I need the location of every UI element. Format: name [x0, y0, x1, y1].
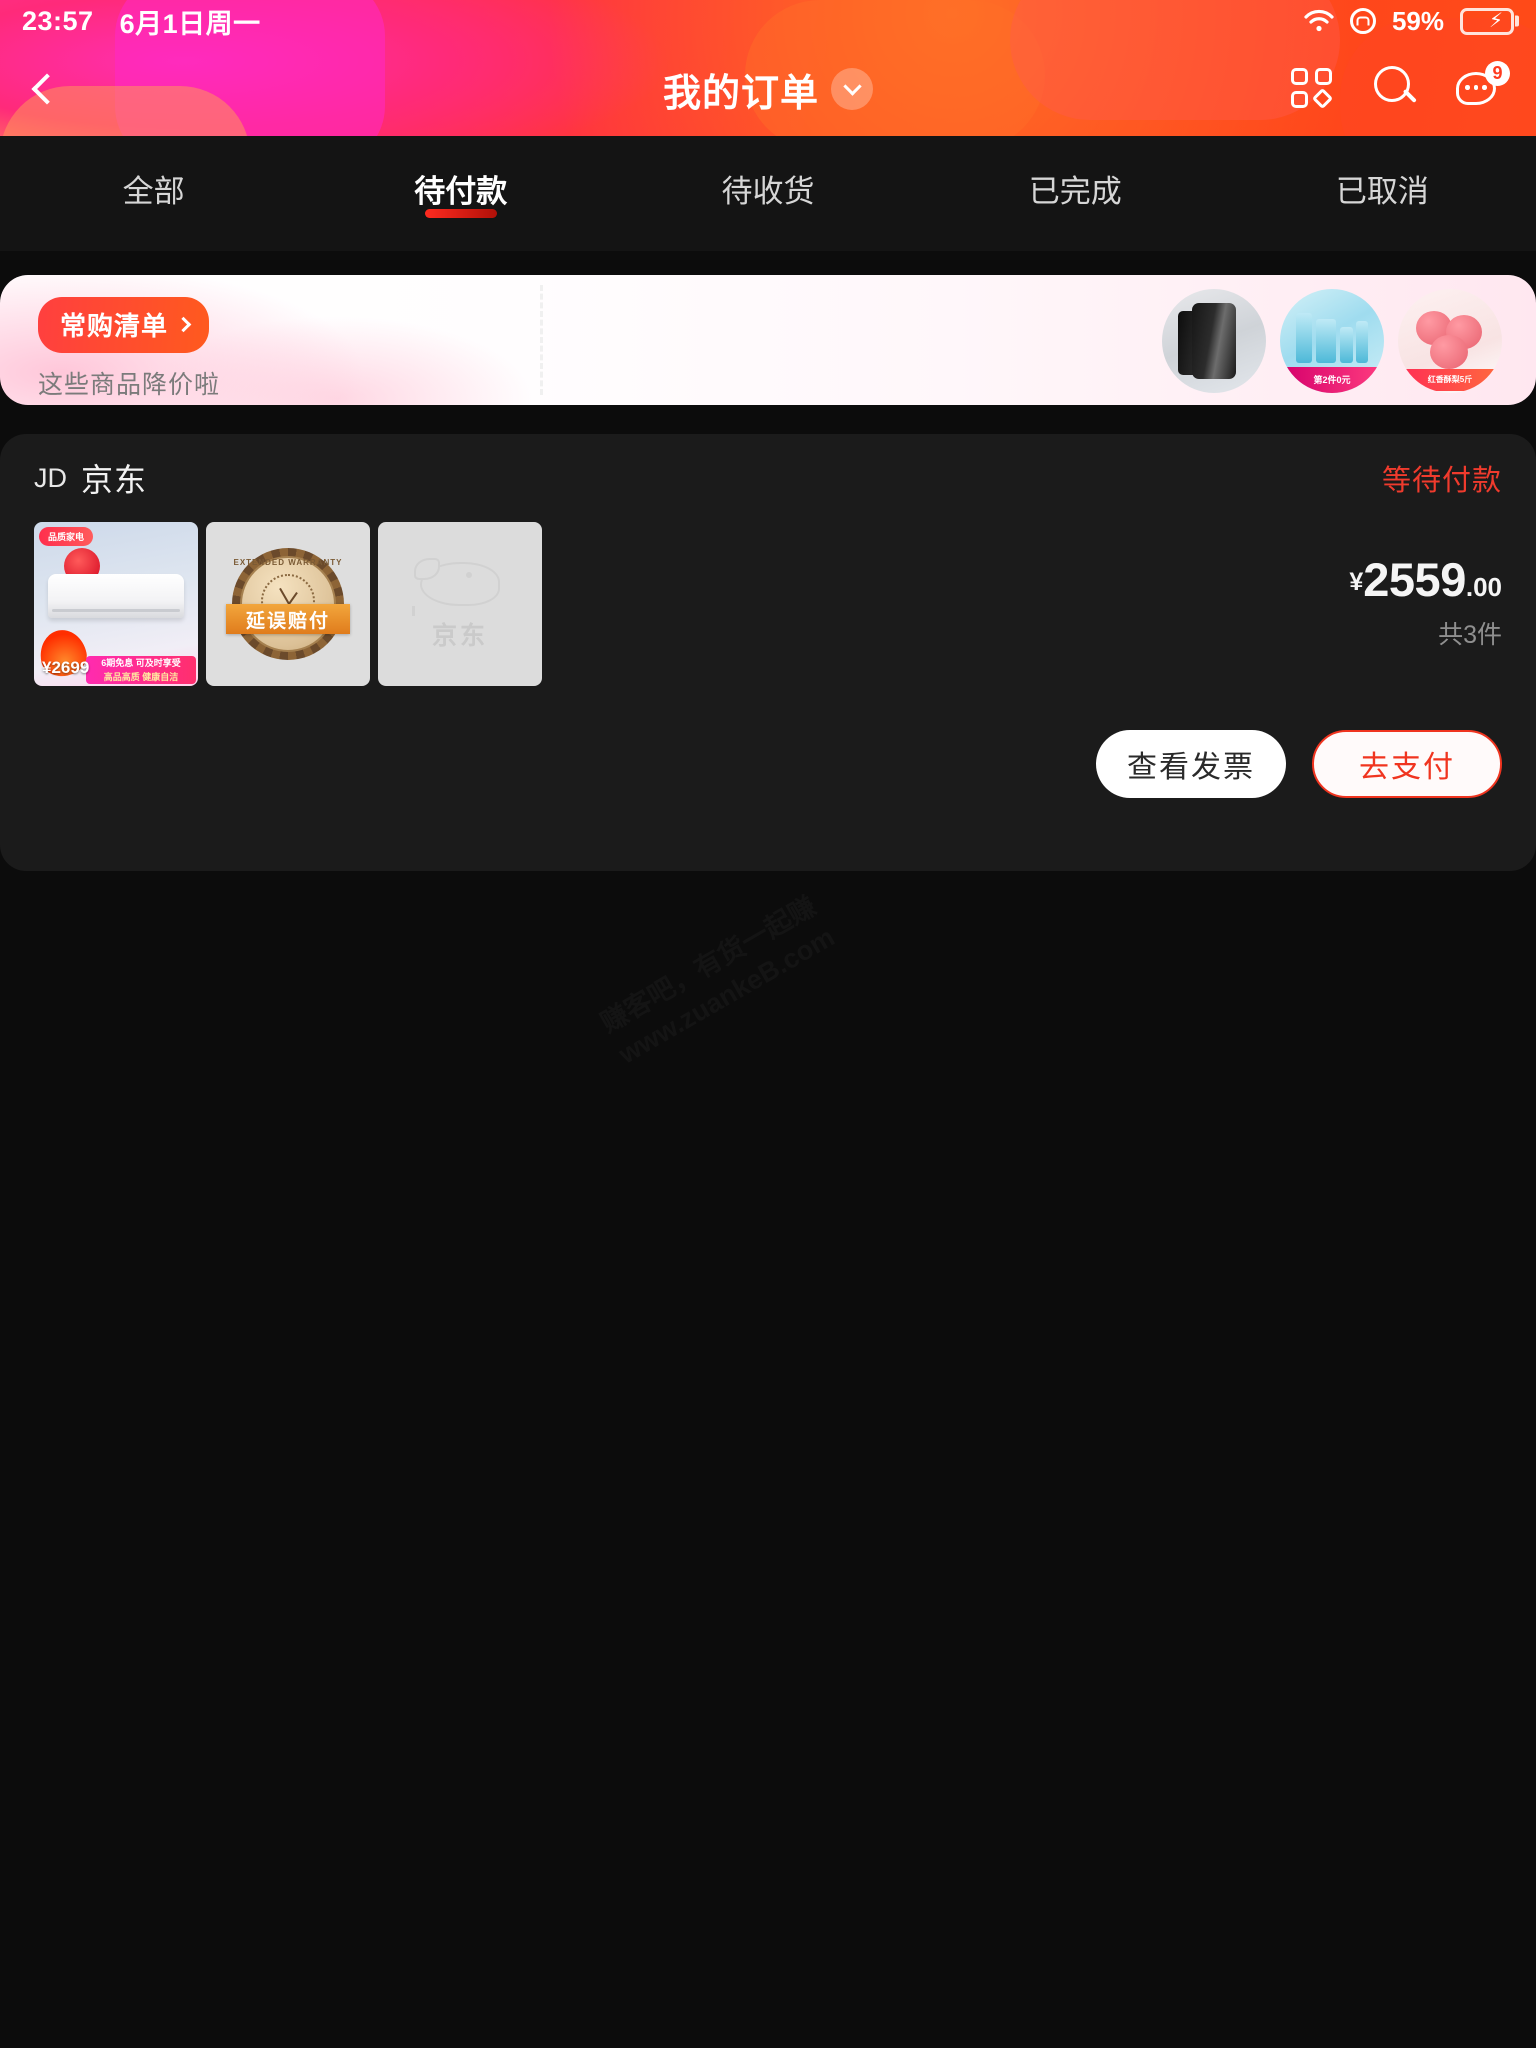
tab-label: 待收货 [721, 174, 815, 209]
tab-completed[interactable]: 已完成 [922, 136, 1229, 251]
title-dropdown-button[interactable] [831, 68, 873, 110]
frequent-purchase-banner[interactable]: 常购清单 这些商品降价啦 第2件0元 红香酥梨5斤 [0, 275, 1536, 405]
thumb-price-tag: ¥2699 [42, 658, 90, 677]
thumb-bottom-line1: 6期免息 可及时享受 [101, 658, 181, 668]
order-card[interactable]: JD 京东 等待付款 品质家电 ¥2699 6期免息 可及时享受 高品高质 健康… [0, 434, 1536, 871]
back-button[interactable] [0, 42, 86, 136]
thumb-top-tag: 品质家电 [39, 527, 94, 546]
message-icon[interactable]: 9 [1456, 61, 1510, 114]
shop-name: 京东 [81, 462, 148, 498]
tab-pending-payment[interactable]: 待付款 [307, 136, 614, 251]
banner-thumb-caption: 第2件0元 [1313, 375, 1351, 385]
navigation-bar: 我的订单 9 [0, 42, 1536, 136]
battery-percent: 59% [1391, 5, 1444, 36]
rotation-lock-icon [1349, 8, 1376, 34]
seal-ribbon-label: 延误赔付 [226, 604, 350, 634]
header-actions: 9 [1288, 61, 1536, 114]
battery-charging-icon: ⚡ [1460, 7, 1514, 35]
banner-divider [540, 285, 543, 395]
order-total-price: ¥2559.00 [1349, 552, 1502, 607]
banner-thumb-skincare-set[interactable]: 第2件0元 [1280, 289, 1384, 393]
warranty-seal-icon: EXTENDED WARRANTY 延误赔付 [226, 548, 350, 660]
status-bar-right: 59% ⚡ [1304, 6, 1514, 37]
chevron-right-icon [175, 316, 192, 332]
tab-label: 待付款 [414, 174, 508, 209]
jd-logo-mark: JD [34, 462, 67, 493]
watermark-line-2: www.zuankeB.com [612, 920, 841, 1073]
order-quantity: 共3件 [1438, 621, 1502, 649]
thumb-bottom-line2: 高品高质 健康自洁 [103, 672, 179, 682]
jd-placeholder-text: 京东 [431, 622, 488, 650]
view-invoice-button[interactable]: 查看发票 [1096, 730, 1286, 798]
tab-label: 已完成 [1028, 174, 1122, 209]
watermark-line-1: 赚客吧，有货一起赚 [594, 888, 823, 1041]
status-bar: 23:57 6月1日周一 59% ⚡ [0, 0, 1536, 42]
price-integer: 2559 [1363, 553, 1466, 606]
status-date: 6月1日周一 [119, 8, 261, 39]
status-time: 23:57 [22, 5, 94, 36]
order-price-block: ¥2559.00 共3件 [1349, 522, 1502, 686]
order-product-thumbnails: 品质家电 ¥2699 6期免息 可及时享受 高品高质 健康自洁 EXTENDED… [34, 522, 542, 686]
air-conditioner-shape [48, 574, 184, 618]
seal-top-text: EXTENDED WARRANTY [233, 558, 343, 567]
order-card-header: JD 京东 等待付款 [0, 434, 1536, 522]
order-thumb-warranty-seal[interactable]: EXTENDED WARRANTY 延误赔付 [206, 522, 370, 686]
tab-label: 已取消 [1335, 174, 1429, 209]
go-to-pay-button[interactable]: 去支付 [1312, 730, 1502, 798]
banner-thumb-peaches[interactable]: 红香酥梨5斤 [1398, 289, 1502, 393]
order-thumb-air-conditioner[interactable]: 品质家电 ¥2699 6期免息 可及时享受 高品高质 健康自洁 [34, 522, 198, 686]
currency-symbol: ¥ [1349, 568, 1364, 596]
banner-subtitle: 这些商品降价啦 [38, 371, 221, 399]
price-decimal: .00 [1465, 572, 1502, 602]
chevron-left-icon [31, 73, 63, 105]
jd-dog-icon [412, 556, 508, 616]
frequent-purchase-chip[interactable]: 常购清单 [38, 297, 210, 353]
shop-info[interactable]: JD 京东 [34, 455, 147, 501]
order-card-body: 品质家电 ¥2699 6期免息 可及时享受 高品高质 健康自洁 EXTENDED… [0, 522, 1536, 686]
chip-label: 常购清单 [60, 311, 169, 341]
grid-icon[interactable] [1288, 64, 1338, 114]
thumb-bottom-bar: 6期免息 可及时享受 高品高质 健康自洁 [86, 656, 196, 684]
banner-text-block: 常购清单 这些商品降价啦 [38, 297, 220, 401]
order-tabs: 全部 待付款 待收货 已完成 已取消 [0, 136, 1536, 251]
page-title: 我的订单 [662, 72, 819, 115]
tab-active-indicator [424, 209, 497, 218]
chevron-down-icon [842, 77, 862, 96]
tab-cancelled[interactable]: 已取消 [1229, 136, 1536, 251]
banner-thumb-caption: 红香酥梨5斤 [1427, 375, 1473, 384]
order-thumb-jd-placeholder[interactable]: 京东 [378, 522, 542, 686]
status-badge: 等待付款 [1381, 465, 1502, 497]
search-icon[interactable] [1372, 64, 1422, 114]
watermark: 赚客吧，有货一起赚 www.zuankeB.com [594, 888, 841, 1073]
status-bar-left: 23:57 6月1日周一 [22, 2, 261, 41]
banner-thumbnails: 第2件0元 红香酥梨5斤 [1162, 289, 1502, 393]
banner-thumb-cleanser[interactable] [1162, 289, 1266, 393]
wifi-icon [1304, 9, 1334, 33]
order-actions: 查看发票 去支付 [0, 686, 1536, 798]
tab-label: 全部 [122, 174, 185, 209]
tab-all[interactable]: 全部 [0, 136, 307, 251]
message-badge: 9 [1485, 61, 1510, 86]
tab-pending-receipt[interactable]: 待收货 [614, 136, 921, 251]
